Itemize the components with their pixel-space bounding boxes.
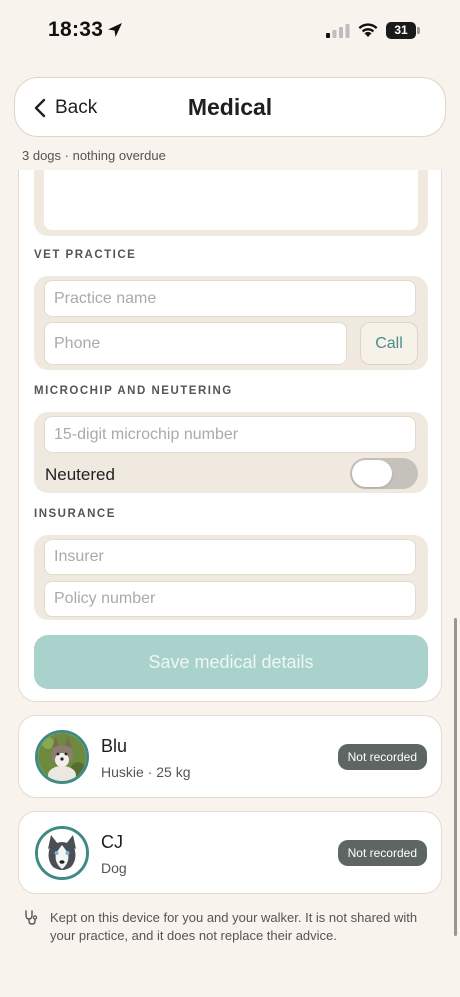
wifi-icon — [358, 23, 378, 37]
section-label-insurance: INSURANCE — [34, 508, 116, 520]
dog-card-blu[interactable]: Blu Huskie · 25 kg Not recorded — [18, 715, 442, 798]
section-label-vet-practice: VET PRACTICE — [34, 249, 137, 261]
stethoscope-icon — [25, 910, 38, 925]
save-medical-details-button[interactable]: Save medical details — [34, 635, 428, 689]
call-button[interactable]: Call — [360, 322, 418, 365]
dog-name: Blu — [101, 736, 128, 756]
policy-number-input[interactable]: Policy number — [44, 581, 416, 617]
dog-detail: Huskie · 25 kg — [101, 764, 191, 780]
insurer-input[interactable]: Insurer — [44, 539, 416, 575]
header-bar: Back Medical — [14, 77, 446, 137]
status-bar: 18:33 31 — [0, 0, 460, 62]
husky-photo-icon — [38, 733, 86, 781]
dog-name: CJ — [101, 832, 123, 852]
vet-practice-group: Practice name Phone Call — [34, 276, 428, 370]
chevron-left-icon — [34, 98, 46, 118]
toggle-knob — [352, 460, 392, 487]
microchip-group: 15-digit microchip number Neutered — [34, 412, 428, 493]
neutered-toggle[interactable] — [350, 458, 418, 489]
husky-face-icon — [38, 829, 86, 877]
battery-icon: 31 — [386, 22, 420, 39]
cellular-signal-icon — [326, 24, 350, 38]
dog-detail: Dog — [101, 860, 127, 876]
summary-text: 3 dogs · nothing overdue — [22, 148, 166, 163]
insurance-group: Insurer Policy number — [34, 535, 428, 620]
notes-textarea[interactable] — [44, 170, 418, 230]
microchip-input[interactable]: 15-digit microchip number — [44, 416, 416, 453]
phone-input[interactable]: Phone — [44, 322, 347, 365]
notes-group — [34, 170, 428, 236]
scrollbar[interactable] — [454, 618, 457, 936]
location-arrow-icon — [108, 23, 122, 37]
status-badge: Not recorded — [337, 840, 427, 866]
battery-level: 31 — [386, 22, 416, 39]
status-badge: Not recorded — [337, 744, 427, 770]
footnote-text: Kept on this device for you and your wal… — [50, 910, 418, 943]
dog-avatar-blu — [35, 730, 89, 784]
status-time: 18:33 — [48, 18, 104, 41]
back-label: Back — [55, 97, 98, 118]
back-button[interactable]: Back — [33, 95, 97, 121]
medical-form-card: VET PRACTICE Practice name Phone Call MI… — [18, 170, 442, 702]
practice-name-input[interactable]: Practice name — [44, 280, 416, 317]
dog-avatar-cj — [35, 826, 89, 880]
dog-card-cj[interactable]: CJ Dog Not recorded — [18, 811, 442, 894]
section-label-microchip: MICROCHIP AND NEUTERING — [34, 385, 233, 397]
neutered-label: Neutered — [45, 465, 115, 484]
